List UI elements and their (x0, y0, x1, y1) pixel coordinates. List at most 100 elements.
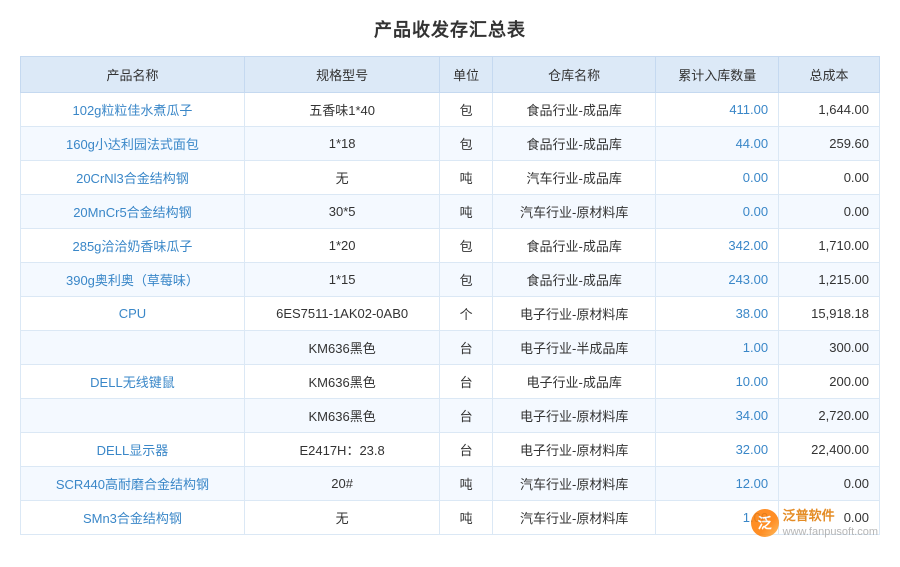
col-header-cost: 总成本 (779, 57, 880, 93)
cell-cost: 259.60 (779, 127, 880, 161)
cell-spec: 1*18 (244, 127, 439, 161)
cell-warehouse: 电子行业-成品库 (492, 365, 656, 399)
cell-unit: 包 (440, 93, 493, 127)
cell-warehouse: 食品行业-成品库 (492, 263, 656, 297)
table-row: 390g奥利奥（草莓味）1*15包食品行业-成品库243.001,215.00 (21, 263, 880, 297)
cell-unit: 吨 (440, 195, 493, 229)
cell-qty: 1.00 (656, 331, 779, 365)
cell-warehouse: 电子行业-原材料库 (492, 399, 656, 433)
table-row: 102g粒粒佳水煮瓜子五香味1*40包食品行业-成品库411.001,644.0… (21, 93, 880, 127)
cell-product-name: DELL显示器 (21, 433, 245, 467)
watermark-url: www.fanpusoft.com (783, 525, 878, 539)
cell-product-name: 160g小达利园法式面包 (21, 127, 245, 161)
cell-qty: 34.00 (656, 399, 779, 433)
cell-product-name: 20MnCr5合金结构钢 (21, 195, 245, 229)
watermark: 泛 泛普软件 www.fanpusoft.com (751, 508, 878, 539)
cell-spec: KM636黑色 (244, 399, 439, 433)
cell-unit: 台 (440, 399, 493, 433)
cell-unit: 个 (440, 297, 493, 331)
cell-cost: 1,644.00 (779, 93, 880, 127)
cell-spec: KM636黑色 (244, 331, 439, 365)
col-header-qty: 累计入库数量 (656, 57, 779, 93)
cell-cost: 300.00 (779, 331, 880, 365)
cell-spec: 五香味1*40 (244, 93, 439, 127)
cell-spec: 20# (244, 467, 439, 501)
cell-product-name (21, 399, 245, 433)
col-header-spec: 规格型号 (244, 57, 439, 93)
table-row: 20CrNl3合金结构钢无吨汽车行业-成品库0.000.00 (21, 161, 880, 195)
cell-product-name: SMn3合金结构钢 (21, 501, 245, 535)
cell-qty: 342.00 (656, 229, 779, 263)
cell-qty: 12.00 (656, 467, 779, 501)
cell-warehouse: 汽车行业-原材料库 (492, 195, 656, 229)
table-row: KM636黑色台电子行业-原材料库34.002,720.00 (21, 399, 880, 433)
cell-cost: 0.00 (779, 467, 880, 501)
cell-spec: 30*5 (244, 195, 439, 229)
cell-warehouse: 汽车行业-成品库 (492, 161, 656, 195)
cell-warehouse: 食品行业-成品库 (492, 229, 656, 263)
cell-warehouse: 食品行业-成品库 (492, 93, 656, 127)
cell-unit: 吨 (440, 467, 493, 501)
cell-product-name: SCR440高耐磨合金结构钢 (21, 467, 245, 501)
cell-cost: 0.00 (779, 195, 880, 229)
cell-product-name: DELL无线键鼠 (21, 365, 245, 399)
cell-unit: 包 (440, 263, 493, 297)
table-row: DELL无线键鼠KM636黑色台电子行业-成品库10.00200.00 (21, 365, 880, 399)
table-row: 285g洽洽奶香味瓜子1*20包食品行业-成品库342.001,710.00 (21, 229, 880, 263)
cell-cost: 22,400.00 (779, 433, 880, 467)
cell-product-name (21, 331, 245, 365)
cell-warehouse: 电子行业-原材料库 (492, 297, 656, 331)
cell-unit: 吨 (440, 161, 493, 195)
col-header-unit: 单位 (440, 57, 493, 93)
cell-qty: 44.00 (656, 127, 779, 161)
cell-cost: 200.00 (779, 365, 880, 399)
cell-unit: 包 (440, 127, 493, 161)
cell-unit: 台 (440, 365, 493, 399)
cell-qty: 0.00 (656, 161, 779, 195)
watermark-brand: 泛普软件 (783, 508, 878, 525)
cell-spec: 无 (244, 161, 439, 195)
watermark-text: 泛普软件 www.fanpusoft.com (783, 508, 878, 539)
col-header-product: 产品名称 (21, 57, 245, 93)
cell-spec: 1*20 (244, 229, 439, 263)
page-wrapper: 产品收发存汇总表 产品名称 规格型号 单位 仓库名称 累计入库数量 总成本 10… (0, 0, 900, 567)
cell-qty: 0.00 (656, 195, 779, 229)
cell-product-name: CPU (21, 297, 245, 331)
table-row: 20MnCr5合金结构钢30*5吨汽车行业-原材料库0.000.00 (21, 195, 880, 229)
cell-product-name: 285g洽洽奶香味瓜子 (21, 229, 245, 263)
table-header-row: 产品名称 规格型号 单位 仓库名称 累计入库数量 总成本 (21, 57, 880, 93)
col-header-warehouse: 仓库名称 (492, 57, 656, 93)
cell-qty: 38.00 (656, 297, 779, 331)
cell-spec: E2417H：23.8 (244, 433, 439, 467)
cell-warehouse: 汽车行业-原材料库 (492, 467, 656, 501)
cell-qty: 243.00 (656, 263, 779, 297)
cell-warehouse: 电子行业-原材料库 (492, 433, 656, 467)
table-row: 160g小达利园法式面包1*18包食品行业-成品库44.00259.60 (21, 127, 880, 161)
cell-qty: 10.00 (656, 365, 779, 399)
cell-warehouse: 食品行业-成品库 (492, 127, 656, 161)
cell-warehouse: 电子行业-半成品库 (492, 331, 656, 365)
table-row: SCR440高耐磨合金结构钢20#吨汽车行业-原材料库12.000.00 (21, 467, 880, 501)
cell-spec: 无 (244, 501, 439, 535)
summary-table: 产品名称 规格型号 单位 仓库名称 累计入库数量 总成本 102g粒粒佳水煮瓜子… (20, 56, 880, 535)
cell-product-name: 102g粒粒佳水煮瓜子 (21, 93, 245, 127)
cell-unit: 台 (440, 331, 493, 365)
cell-cost: 0.00 (779, 161, 880, 195)
cell-cost: 2,720.00 (779, 399, 880, 433)
cell-qty: 411.00 (656, 93, 779, 127)
cell-cost: 15,918.18 (779, 297, 880, 331)
cell-warehouse: 汽车行业-原材料库 (492, 501, 656, 535)
table-row: CPU6ES7511-1AK02-0AB0个电子行业-原材料库38.0015,9… (21, 297, 880, 331)
table-row: KM636黑色台电子行业-半成品库1.00300.00 (21, 331, 880, 365)
cell-cost: 1,710.00 (779, 229, 880, 263)
table-row: DELL显示器E2417H：23.8台电子行业-原材料库32.0022,400.… (21, 433, 880, 467)
cell-spec: KM636黑色 (244, 365, 439, 399)
cell-product-name: 20CrNl3合金结构钢 (21, 161, 245, 195)
cell-unit: 包 (440, 229, 493, 263)
cell-spec: 1*15 (244, 263, 439, 297)
page-title: 产品收发存汇总表 (20, 16, 880, 42)
cell-qty: 32.00 (656, 433, 779, 467)
cell-spec: 6ES7511-1AK02-0AB0 (244, 297, 439, 331)
watermark-logo: 泛 (751, 509, 779, 537)
cell-product-name: 390g奥利奥（草莓味） (21, 263, 245, 297)
